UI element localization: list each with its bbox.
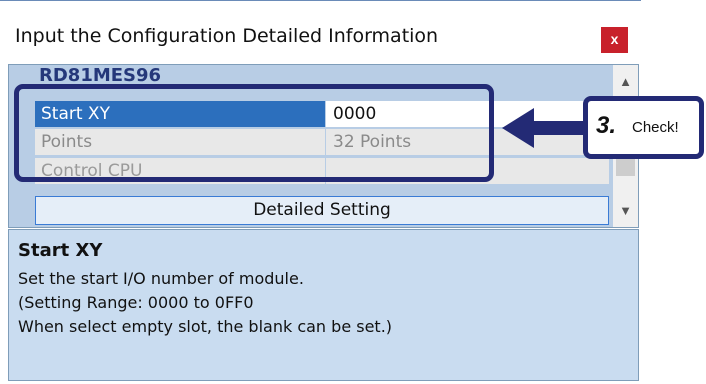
highlight-frame xyxy=(14,84,494,182)
config-dialog: Input the Configuration Detailed Informa… xyxy=(0,0,641,384)
description-line: Set the start I/O number of module. xyxy=(18,269,304,288)
description-pane: Start XY Set the start I/O number of mod… xyxy=(8,229,639,381)
detailed-setting-button[interactable]: Detailed Setting xyxy=(35,196,609,225)
callout-text: Check! xyxy=(632,119,679,136)
module-name: RD81MES96 xyxy=(39,65,162,86)
dialog-titlebar: Input the Configuration Detailed Informa… xyxy=(0,1,641,63)
description-title: Start XY xyxy=(18,240,103,261)
close-button[interactable]: x xyxy=(601,27,628,53)
dialog-title: Input the Configuration Detailed Informa… xyxy=(15,25,439,47)
step-callout: 3. Check! xyxy=(583,96,704,159)
scroll-down-icon[interactable]: ▼ xyxy=(613,198,638,224)
callout-step-number: 3. xyxy=(596,112,617,139)
description-line: When select empty slot, the blank can be… xyxy=(18,317,393,336)
description-line: (Setting Range: 0000 to 0FF0 xyxy=(18,293,254,312)
arrow-left-icon xyxy=(502,108,586,148)
scroll-up-icon[interactable]: ▲ xyxy=(613,69,638,95)
